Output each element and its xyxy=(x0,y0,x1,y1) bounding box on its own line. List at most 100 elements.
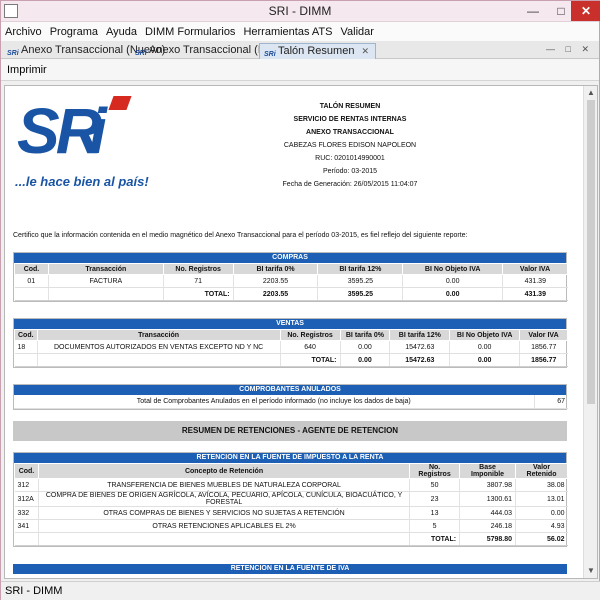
col-header: Base Imponible xyxy=(459,463,517,479)
logo-i: i xyxy=(89,95,107,167)
compras-title: COMPRAS xyxy=(14,253,566,263)
taxpayer-name: CABEZAS FLORES EDISON NAPOLEON xyxy=(283,142,417,149)
col-header: Valor IVA xyxy=(502,263,568,275)
cell: 431.39 xyxy=(502,274,568,288)
compras-section: COMPRAS Cod. Transacción No. Registros B… xyxy=(13,252,568,302)
anulados-section: COMPROBANTES ANULADOS Total de Comproban… xyxy=(13,384,568,410)
menu-validar[interactable]: Validar xyxy=(341,26,374,38)
scroll-down-icon[interactable]: ▼ xyxy=(584,564,597,578)
cell: 0.00 xyxy=(339,340,390,354)
table-header-row: Cod. Transacción No. Registros BI tarifa… xyxy=(14,329,568,341)
report-header: TALÓN RESUMEN SERVICIO DE RENTAS INTERNA… xyxy=(255,100,445,191)
menu-herramientas-ats[interactable]: Herramientas ATS xyxy=(243,26,332,38)
total-cell: 0.00 xyxy=(339,353,390,367)
col-header: Cod. xyxy=(14,329,38,341)
cell: COMPRA DE BIENES DE ORIGEN AGRÍCOLA, AVÍ… xyxy=(37,491,410,507)
total-row: TOTAL: 5798.80 56.02 xyxy=(14,532,568,546)
cell: 4.93 xyxy=(515,519,568,533)
empty-cell xyxy=(14,353,38,367)
menu-ayuda[interactable]: Ayuda xyxy=(106,26,137,38)
col-header: Transacción xyxy=(47,263,164,275)
table-header-row: Cod. Transacción No. Registros BI tarifa… xyxy=(14,263,568,275)
col-header: BI tarifa 12% xyxy=(317,263,404,275)
cell: 71 xyxy=(162,274,234,288)
cell: 38.08 xyxy=(515,478,568,492)
cell: FACTURA xyxy=(47,274,164,288)
table-row: 341 OTRAS RETENCIONES APLICABLES EL 2% 5… xyxy=(14,519,568,533)
total-cell: 15472.63 xyxy=(389,353,450,367)
sri-logo: SR i ...le hace bien al país! xyxy=(15,94,149,194)
cell: 50 xyxy=(409,478,460,492)
mdi-window-controls[interactable]: — □ ✕ xyxy=(546,44,593,55)
logo-text: SR xyxy=(17,95,102,167)
report-title: TALÓN RESUMEN xyxy=(319,103,381,110)
cell: 2203.55 xyxy=(232,274,318,288)
total-cell: 0.00 xyxy=(402,287,503,301)
empty-cell xyxy=(14,287,49,301)
total-cell: 1856.77 xyxy=(519,353,568,367)
generation-date: Fecha de Generación: 26/05/2015 11:04:07 xyxy=(282,181,418,188)
menu-programa[interactable]: Programa xyxy=(50,26,98,38)
table-row: 18 DOCUMENTOS AUTORIZADOS EN VENTAS EXCE… xyxy=(14,340,568,354)
cell: 341 xyxy=(14,519,39,533)
total-label: TOTAL: xyxy=(279,353,341,367)
ventas-section: VENTAS Cod. Transacción No. Registros BI… xyxy=(13,318,568,368)
cell: 13 xyxy=(409,506,460,520)
empty-cell xyxy=(37,532,410,546)
app-window: SRI - DIMM — □ ✕ Archivo Programa Ayuda … xyxy=(0,0,600,600)
empty-cell xyxy=(36,353,281,367)
tab-close-icon[interactable]: ✕ xyxy=(362,46,370,56)
empty-cell xyxy=(14,532,39,546)
col-header: No. Registros xyxy=(279,329,341,341)
col-header: Valor Retenido xyxy=(515,463,568,479)
cell: 3595.25 xyxy=(317,274,403,288)
cell: OTRAS COMPRAS DE BIENES Y SERVICIOS NO S… xyxy=(37,506,410,520)
minimize-button[interactable]: — xyxy=(519,1,547,21)
total-cell: 3595.25 xyxy=(317,287,403,301)
total-cell: 2203.55 xyxy=(232,287,318,301)
col-header: Concepto de Retención xyxy=(37,463,411,479)
logo-red-mark xyxy=(108,96,132,110)
cell: DOCUMENTOS AUTORIZADOS EN VENTAS EXCEPTO… xyxy=(36,340,281,354)
vertical-scrollbar[interactable]: ▲ ▼ xyxy=(583,86,597,578)
certification-text: Certifico que la información contenida e… xyxy=(13,232,468,239)
cell: 312A xyxy=(14,491,39,507)
cell: 246.18 xyxy=(459,519,516,533)
title-bar: SRI - DIMM — □ ✕ xyxy=(1,1,600,22)
cell: OTRAS RETENCIONES APLICABLES EL 2% xyxy=(37,519,410,533)
cell: 3807.98 xyxy=(459,478,516,492)
total-cell: 431.39 xyxy=(502,287,568,301)
scroll-up-icon[interactable]: ▲ xyxy=(584,86,597,100)
table-row: 332 OTRAS COMPRAS DE BIENES Y SERVICIOS … xyxy=(14,506,568,520)
table-row: 312A COMPRA DE BIENES DE ORIGEN AGRÍCOLA… xyxy=(14,491,568,507)
report-org: SERVICIO DE RENTAS INTERNAS xyxy=(293,116,407,123)
col-header: No. Registros xyxy=(162,263,234,275)
col-header: BI tarifa 0% xyxy=(232,263,319,275)
total-cell: 56.02 xyxy=(515,532,568,546)
empty-cell xyxy=(47,287,164,301)
resumen-retenciones-banner: RESUMEN DE RETENCIONES - AGENTE DE RETEN… xyxy=(13,421,567,441)
menu-archivo[interactable]: Archivo xyxy=(5,26,42,38)
col-header: Cod. xyxy=(14,263,49,275)
close-button[interactable]: ✕ xyxy=(571,1,600,21)
logo-slogan: ...le hace bien al país! xyxy=(15,174,149,189)
table-row: Total de Comprobantes Anulados en el per… xyxy=(14,395,568,409)
tab-talon-resumen[interactable]: SRi Talón Resumen ✕ xyxy=(259,43,377,59)
tab-bar: SRi Anexo Transaccional (Nuevo) SRi Anex… xyxy=(1,41,599,59)
cell: 0.00 xyxy=(449,340,520,354)
scroll-thumb[interactable] xyxy=(587,100,595,404)
anulados-title: COMPROBANTES ANULADOS xyxy=(14,385,566,395)
col-header: BI No Objeto IVA xyxy=(449,329,521,341)
ventas-title: VENTAS xyxy=(14,319,566,329)
print-button[interactable]: Imprimir xyxy=(7,64,47,76)
cell: 1856.77 xyxy=(519,340,568,354)
cell: 5 xyxy=(409,519,460,533)
table-header-row: Cod. Concepto de Retención No. Registros… xyxy=(14,463,568,479)
taxpayer-ruc: RUC: 0201014990001 xyxy=(315,155,385,162)
report-viewer: SR i ...le hace bien al país! TALÓN RESUM… xyxy=(4,85,598,579)
menu-dimm-formularios[interactable]: DIMM Formularios xyxy=(145,26,235,38)
col-header: BI No Objeto IVA xyxy=(402,263,504,275)
report-period: Período: 03-2015 xyxy=(322,168,378,175)
tab-label: Talón Resumen xyxy=(278,45,355,57)
report-page: SR i ...le hace bien al país! TALÓN RESUM… xyxy=(5,86,583,578)
